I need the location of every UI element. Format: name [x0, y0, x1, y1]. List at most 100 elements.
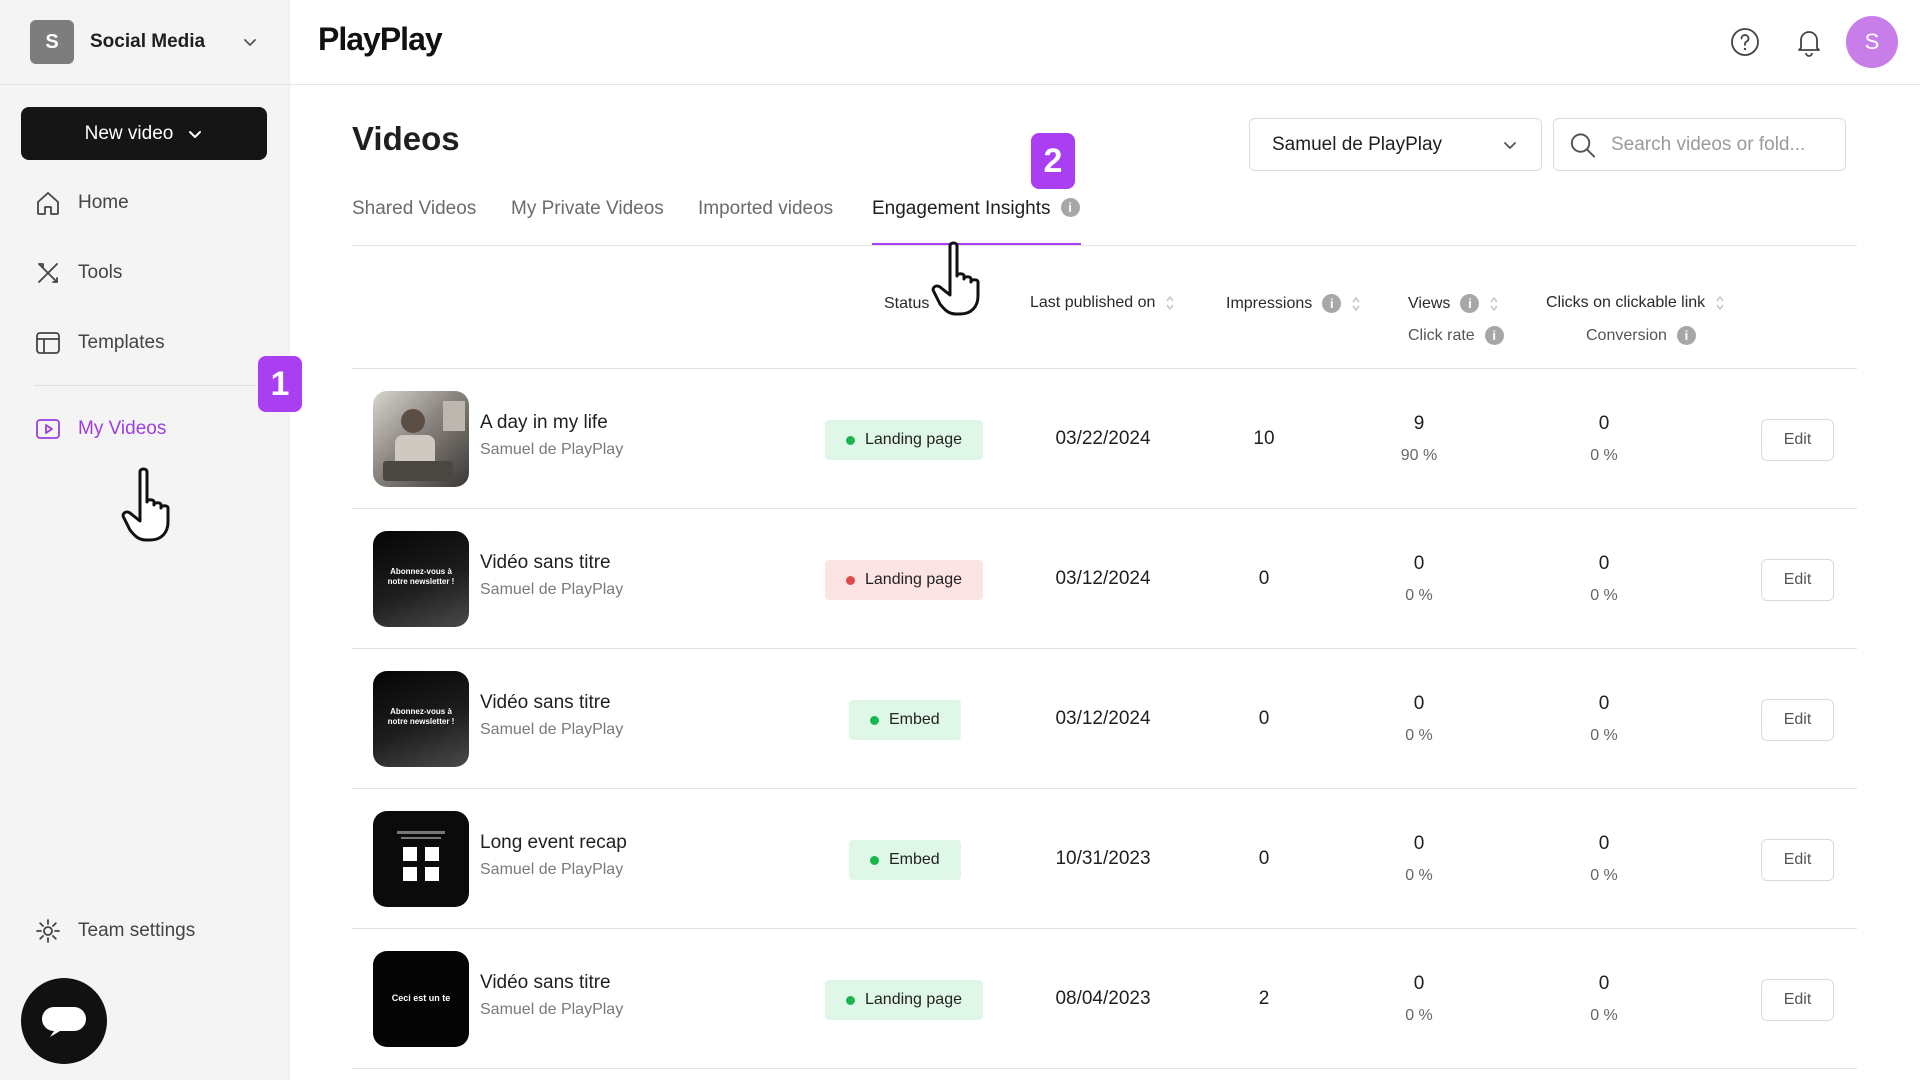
- sidebar-item-team-settings[interactable]: Team settings: [34, 911, 195, 951]
- click-rate-value: 90 %: [1400, 447, 1438, 464]
- sidebar-item-templates[interactable]: Templates: [34, 323, 165, 363]
- conversion-value: 0 %: [1590, 447, 1618, 464]
- sidebar-item-my-videos[interactable]: My Videos: [34, 409, 166, 449]
- search-box[interactable]: [1553, 118, 1846, 171]
- pointer-hand-icon: [121, 467, 170, 542]
- info-icon[interactable]: i: [1460, 294, 1480, 313]
- edit-button[interactable]: Edit: [1761, 419, 1834, 461]
- sort-icon[interactable]: [1715, 294, 1725, 312]
- edit-button[interactable]: Edit: [1761, 559, 1834, 601]
- sort-icon[interactable]: [1351, 295, 1361, 313]
- workspace-name: Social Media: [90, 31, 206, 52]
- sort-icon[interactable]: [1165, 294, 1175, 312]
- last-published-date: 08/04/2023: [1055, 988, 1151, 1009]
- click-rate-value: 0 %: [1405, 587, 1433, 604]
- video-thumbnail[interactable]: Abonnez-vous à notre newsletter !: [373, 671, 469, 767]
- last-published-date: 03/12/2024: [1055, 708, 1151, 729]
- column-header-last-published[interactable]: Last published on: [1030, 294, 1175, 312]
- status-badge: Landing page: [825, 420, 983, 460]
- column-header-label: Last published on: [1030, 294, 1156, 311]
- video-thumbnail[interactable]: Abonnez-vous à notre newsletter !: [373, 531, 469, 627]
- video-thumbnail-image: [397, 831, 445, 881]
- tab-label: Engagement Insights: [872, 198, 1051, 219]
- tab-shared-videos[interactable]: Shared Videos: [352, 190, 476, 246]
- videos-icon: [36, 419, 60, 439]
- status-label: Landing page: [865, 991, 962, 1008]
- status-label: Landing page: [865, 431, 962, 448]
- table-row[interactable]: Abonnez-vous à notre newsletter ! Vidéo …: [352, 509, 1857, 649]
- owner-filter-select[interactable]: Samuel de PlayPlay: [1249, 118, 1542, 171]
- views-value: 0: [1413, 833, 1425, 854]
- status-dot: [846, 995, 855, 1005]
- search-input[interactable]: [1611, 133, 1831, 156]
- column-header-click-rate: Click rate i: [1408, 326, 1504, 345]
- top-bar: PlayPlay S: [290, 0, 1920, 85]
- tab-imported-videos[interactable]: Imported videos: [698, 190, 833, 246]
- info-icon[interactable]: i: [1322, 294, 1342, 313]
- table-row[interactable]: Long event recap Samuel de PlayPlay Embe…: [352, 789, 1857, 929]
- edit-button[interactable]: Edit: [1761, 839, 1834, 881]
- video-thumbnail[interactable]: [373, 391, 469, 487]
- edit-button[interactable]: Edit: [1761, 699, 1834, 741]
- clicks-value: 0: [1598, 693, 1610, 714]
- impressions-value: 0: [1258, 848, 1270, 869]
- status-dot: [870, 855, 879, 865]
- video-thumbnail[interactable]: [373, 811, 469, 907]
- column-header-clicks[interactable]: Clicks on clickable link: [1546, 294, 1725, 312]
- video-title[interactable]: Vidéo sans titre: [480, 972, 611, 994]
- chat-button[interactable]: [21, 978, 107, 1064]
- sort-icon[interactable]: [1489, 295, 1499, 313]
- status-badge: Landing page: [825, 560, 983, 600]
- chevron-down-icon: [244, 39, 256, 46]
- sidebar-item-tools[interactable]: Tools: [34, 253, 122, 293]
- video-thumbnail[interactable]: Ceci est un te: [373, 951, 469, 1047]
- video-title[interactable]: Vidéo sans titre: [480, 692, 611, 714]
- search-icon: [1570, 132, 1596, 158]
- status-badge: Embed: [849, 840, 961, 880]
- column-header-label: Click rate: [1408, 326, 1475, 344]
- workspace-avatar: S: [30, 20, 74, 64]
- info-icon[interactable]: i: [1676, 326, 1696, 345]
- column-header-label: Status: [884, 295, 930, 312]
- sidebar-item-label: Tools: [78, 262, 123, 283]
- column-header-impressions[interactable]: Impressions i: [1226, 294, 1361, 313]
- help-icon[interactable]: [1727, 24, 1763, 60]
- status-dot: [870, 715, 879, 725]
- owner-filter-value: Samuel de PlayPlay: [1272, 133, 1443, 155]
- clicks-value: 0: [1598, 833, 1610, 854]
- info-icon[interactable]: i: [1484, 326, 1504, 345]
- status-dot: [846, 575, 855, 585]
- sidebar-item-label: Home: [78, 192, 129, 213]
- views-value: 0: [1413, 693, 1425, 714]
- last-published-date: 03/22/2024: [1055, 428, 1151, 449]
- video-title[interactable]: Vidéo sans titre: [480, 552, 611, 574]
- workspace-switcher[interactable]: S Social Media: [0, 0, 290, 85]
- conversion-value: 0 %: [1590, 1007, 1618, 1024]
- new-video-button[interactable]: New video: [21, 107, 267, 160]
- click-rate-value: 0 %: [1405, 1007, 1433, 1024]
- table-row[interactable]: Ceci est un te Vidéo sans titre Samuel d…: [352, 929, 1857, 1069]
- table-row[interactable]: Abonnez-vous à notre newsletter ! Vidéo …: [352, 649, 1857, 789]
- video-owner: Samuel de PlayPlay: [480, 441, 624, 458]
- sidebar-item-label: Templates: [78, 332, 165, 353]
- impressions-value: 0: [1258, 708, 1270, 729]
- sidebar-item-home[interactable]: Home: [34, 183, 129, 223]
- user-avatar[interactable]: S: [1846, 16, 1898, 68]
- conversion-value: 0 %: [1590, 587, 1618, 604]
- table-row[interactable]: A day in my life Samuel de PlayPlay Land…: [352, 369, 1857, 509]
- tab-my-private-videos[interactable]: My Private Videos: [511, 190, 664, 246]
- bell-icon[interactable]: [1791, 24, 1827, 60]
- tabs-divider: [352, 245, 1857, 246]
- video-title[interactable]: A day in my life: [480, 412, 608, 434]
- edit-button[interactable]: Edit: [1761, 979, 1834, 1021]
- sidebar-divider: [34, 385, 256, 386]
- tab-engagement-insights[interactable]: Engagement Insights i: [872, 190, 1081, 246]
- last-published-date: 03/12/2024: [1055, 568, 1151, 589]
- info-icon[interactable]: i: [1060, 198, 1080, 217]
- tab-label: My Private Videos: [511, 198, 664, 219]
- status-badge: Embed: [849, 700, 961, 740]
- column-header-views[interactable]: Views i: [1408, 294, 1499, 313]
- sidebar-item-label: Team settings: [78, 920, 196, 941]
- status-label: Embed: [889, 851, 940, 868]
- video-title[interactable]: Long event recap: [480, 832, 627, 854]
